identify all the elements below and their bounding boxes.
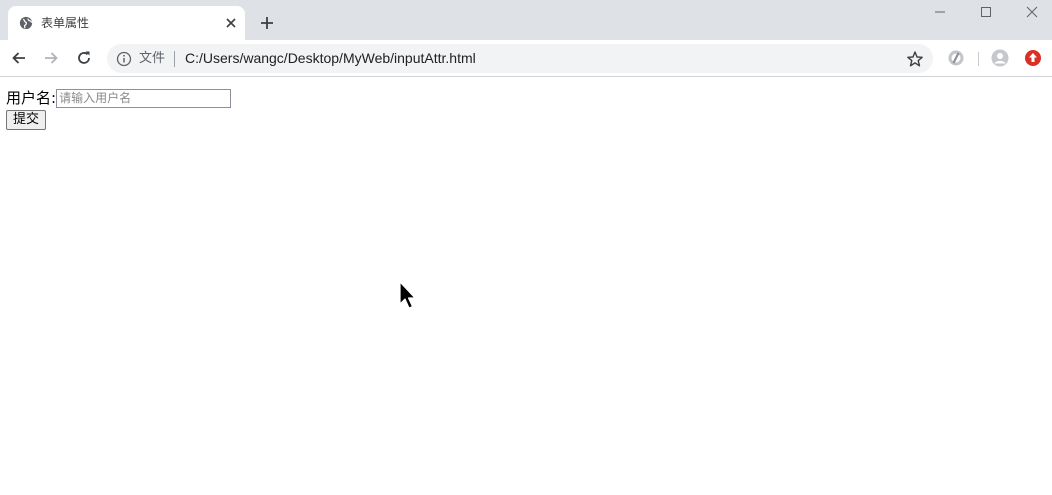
browser-window: 表单属性 文件 C:/Users/wangc/Desktop/MyWeb/inp… — [0, 0, 1052, 495]
reload-icon[interactable] — [75, 49, 93, 67]
back-arrow-icon[interactable] — [10, 49, 28, 67]
page-content: 用户名: 提交 — [0, 77, 1052, 495]
mouse-cursor-icon — [399, 281, 416, 309]
globe-icon — [19, 16, 33, 30]
tab-active[interactable]: 表单属性 — [8, 6, 245, 40]
omnibox-divider — [174, 51, 175, 67]
extension-icon[interactable] — [947, 49, 965, 67]
profile-avatar-icon[interactable] — [991, 49, 1009, 67]
tab-title: 表单属性 — [41, 16, 90, 30]
submit-button[interactable]: 提交 — [6, 110, 47, 130]
plus-icon[interactable] — [258, 14, 276, 32]
username-input[interactable] — [56, 88, 232, 108]
toolbar-separator — [978, 52, 979, 66]
tab-strip: 表单属性 — [0, 0, 1052, 40]
info-icon[interactable] — [116, 51, 132, 67]
update-icon[interactable] — [1024, 49, 1042, 67]
forward-arrow-icon[interactable] — [42, 49, 60, 67]
close-icon[interactable] — [1024, 4, 1040, 20]
username-row: 用户名: — [6, 87, 232, 109]
maximize-icon[interactable] — [978, 4, 994, 20]
browser-toolbar: 文件 C:/Users/wangc/Desktop/MyWeb/inputAtt… — [0, 40, 1052, 77]
username-label: 用户名: — [6, 89, 57, 107]
url-text[interactable]: C:/Users/wangc/Desktop/MyWeb/inputAttr.h… — [185, 49, 476, 67]
star-icon[interactable] — [906, 50, 924, 68]
minimize-icon[interactable] — [932, 4, 948, 20]
address-bar[interactable]: 文件 C:/Users/wangc/Desktop/MyWeb/inputAtt… — [107, 44, 933, 73]
scheme-label: 文件 — [139, 51, 166, 66]
close-icon[interactable] — [224, 16, 238, 30]
